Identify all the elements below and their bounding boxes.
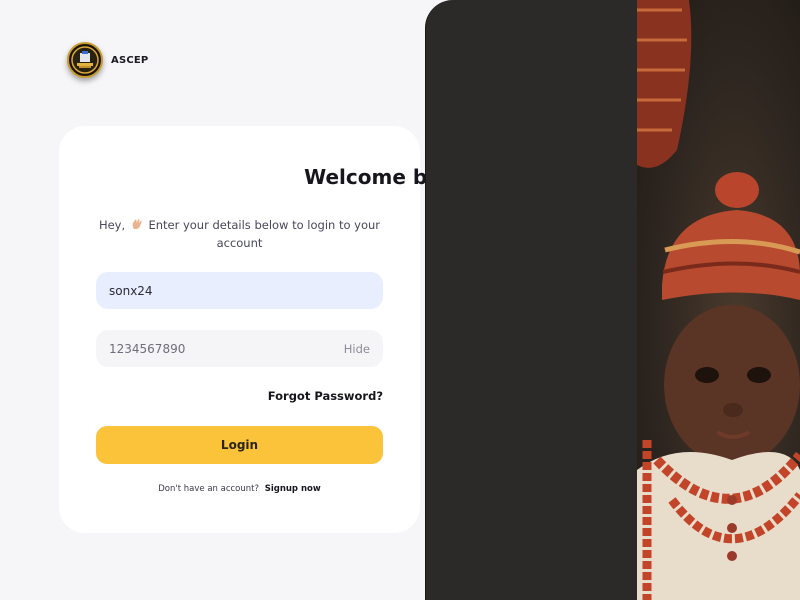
signup-link[interactable]: Signup now (265, 484, 321, 494)
login-button[interactable]: Login (96, 426, 383, 464)
signup-row: Don't have an account? Signup now (59, 484, 420, 494)
child-illustration (637, 0, 800, 600)
signup-prompt: Don't have an account? (158, 484, 259, 494)
brand: ASCEP (67, 42, 148, 78)
visual-panel-dark (425, 0, 637, 600)
ascep-logo-icon (67, 42, 103, 78)
subtitle-text: Enter your details below to login to you… (148, 218, 381, 250)
waving-hand-icon (132, 219, 142, 229)
login-subtitle: Hey, Enter your details below to login t… (96, 216, 383, 252)
forgot-password-link[interactable]: Forgot Password? (268, 389, 383, 403)
password-field[interactable]: Hide (96, 330, 383, 367)
password-input[interactable] (109, 341, 344, 356)
brand-name: ASCEP (111, 54, 149, 66)
subtitle-greeting: Hey, (98, 218, 126, 232)
username-field[interactable] (96, 272, 383, 309)
illustration-panel (637, 0, 800, 600)
username-input[interactable] (109, 283, 370, 298)
password-hide-toggle[interactable]: Hide (344, 342, 370, 356)
